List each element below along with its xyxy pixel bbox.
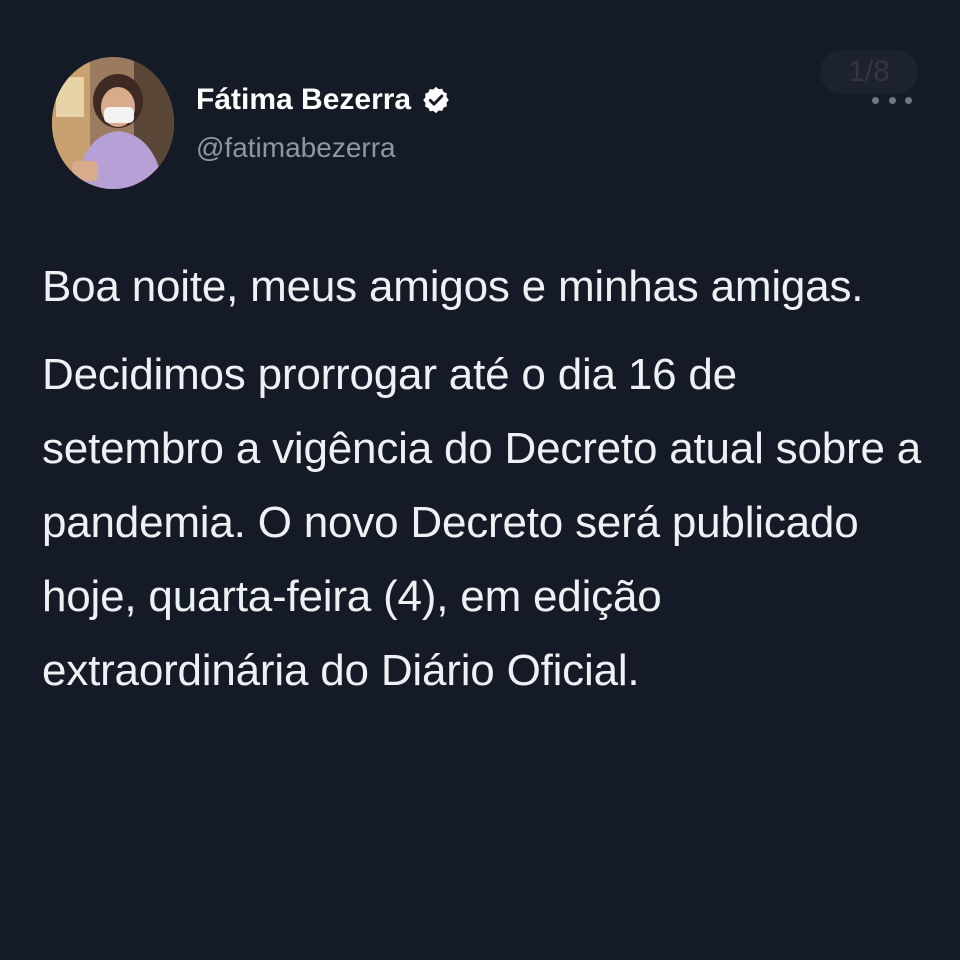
name-row: Fátima Bezerra [196,80,451,120]
avatar-photo [52,57,174,189]
tweet-paragraph-greeting: Boa noite, meus amigos e minhas amigas. [42,262,864,311]
tweet-text: Boa noite, meus amigos e minhas amigas. … [42,250,922,708]
avatar[interactable] [52,57,174,189]
more-dot [872,96,879,104]
tweet-card: 1/8 Fátima Bezerra @fatimabezerra Boa no… [0,0,960,960]
verified-badge-icon [421,85,451,115]
display-name[interactable]: Fátima Bezerra [196,80,411,120]
more-dot [905,96,912,104]
tweet-paragraph-announcement: Decidimos prorrogar até o dia 16 de sete… [42,350,922,695]
more-dot [888,96,896,104]
more-options-icon[interactable] [872,88,912,112]
user-handle[interactable]: @fatimabezerra [196,130,396,166]
